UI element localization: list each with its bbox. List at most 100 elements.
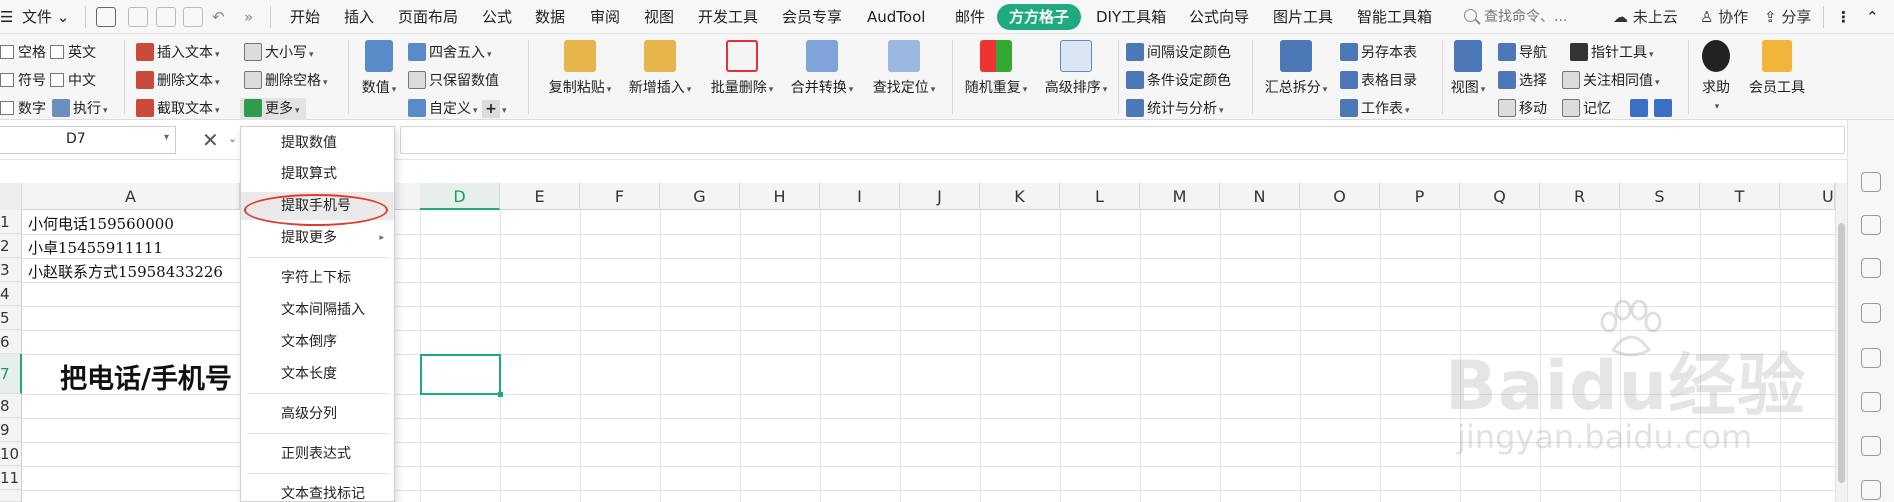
row-header-3[interactable]: 3	[0, 258, 22, 282]
summary-split-button[interactable]: 汇总拆分 ▾	[1258, 40, 1334, 97]
link-icon[interactable]	[1861, 392, 1881, 412]
panel-icon[interactable]	[1861, 480, 1881, 500]
extract-text-button[interactable]: 截取文本 ▾	[136, 98, 220, 120]
checkbox-space[interactable]: 空格	[0, 42, 46, 64]
compass-icon[interactable]	[1861, 348, 1881, 368]
column-header-n[interactable]: N	[1220, 183, 1300, 210]
move-button[interactable]: 移动	[1498, 98, 1547, 120]
menu-item-text-length[interactable]: 文本长度	[241, 360, 394, 388]
memory-button[interactable]: 记忆	[1562, 98, 1611, 120]
row-header-9[interactable]: 9	[0, 418, 22, 442]
view-button[interactable]: 视图 ▾	[1444, 40, 1492, 97]
column-header-o[interactable]: O	[1300, 183, 1380, 210]
tab-member[interactable]: 会员专享	[782, 7, 842, 27]
save-sheet-button[interactable]: 另存本表	[1340, 42, 1417, 64]
random-repeat-button[interactable]: 随机重复 ▾	[958, 40, 1034, 97]
pointer-tool-button[interactable]: 指针工具 ▾	[1570, 42, 1654, 64]
tab-insert[interactable]: 插入	[344, 7, 374, 27]
cell-a7[interactable]: 把电话/手机号	[60, 357, 232, 396]
hamburger-menu-icon[interactable]: ☰	[0, 7, 13, 27]
menu-item-interval-insert[interactable]: 文本间隔插入	[241, 296, 394, 324]
value-button[interactable]: 数值 ▾	[356, 40, 402, 97]
row-header-1[interactable]: 1	[0, 210, 22, 234]
insert-text-button[interactable]: 插入文本 ▾	[136, 42, 220, 64]
table-directory-button[interactable]: 表格目录	[1340, 70, 1417, 92]
tab-audtool[interactable]: AudTool	[867, 7, 925, 27]
menu-item-extract-more[interactable]: 提取更多 ▸	[241, 224, 394, 252]
menu-item-find-mark[interactable]: 文本查找标记	[241, 480, 394, 501]
tab-fangfanggezi[interactable]: 方方格子	[997, 4, 1082, 30]
row-header-2[interactable]: 2	[0, 234, 22, 258]
nav-forward-button[interactable]	[1654, 98, 1675, 120]
active-cell-d7[interactable]	[420, 354, 503, 397]
share-button[interactable]: ⇪ 分享	[1764, 7, 1811, 27]
column-header-f[interactable]: F	[580, 183, 660, 210]
menu-item-extract-number[interactable]: 提取数值	[241, 129, 394, 157]
column-header-p[interactable]: P	[1380, 183, 1460, 210]
row-header-10[interactable]: 10	[0, 442, 22, 466]
column-header-k[interactable]: K	[980, 183, 1060, 210]
column-header-l[interactable]: L	[1060, 183, 1140, 210]
tab-data[interactable]: 数据	[535, 7, 565, 27]
print-icon[interactable]	[156, 7, 176, 27]
search-input[interactable]	[1484, 6, 1602, 28]
cell-a3[interactable]: 小赵联系方式15958433226	[28, 261, 223, 282]
worksheet-button[interactable]: 工作表 ▾	[1340, 98, 1410, 120]
condition-color-button[interactable]: 条件设定颜色	[1126, 70, 1231, 92]
new-insert-button[interactable]: 新增插入 ▾	[622, 40, 698, 97]
tab-formula-wizard[interactable]: 公式向导	[1189, 7, 1249, 27]
help-button[interactable]: 求助 ▾	[1692, 40, 1740, 113]
chevron-down-icon[interactable]: ⌄	[228, 132, 237, 145]
column-header-q[interactable]: Q	[1460, 183, 1540, 210]
row-header-8[interactable]: 8	[0, 394, 22, 418]
row-header-12[interactable]	[0, 490, 22, 502]
row-header-4[interactable]: 4	[0, 282, 22, 306]
pin-icon[interactable]	[1861, 172, 1881, 192]
column-header-i[interactable]: I	[820, 183, 900, 210]
file-menu[interactable]: 文件 ⌄	[22, 7, 69, 27]
column-header-a[interactable]: A	[22, 183, 240, 210]
checkbox-box[interactable]	[50, 45, 64, 59]
member-tool-button[interactable]: 会员工具	[1742, 40, 1812, 97]
merge-convert-button[interactable]: 合并转换 ▾	[784, 40, 860, 97]
round-button[interactable]: 四舍五入 ▾	[408, 42, 492, 64]
row-header-7-selected[interactable]: 7	[0, 354, 22, 394]
column-header-d-selected[interactable]: D	[420, 183, 500, 210]
checkbox-box[interactable]	[0, 73, 14, 87]
row-header-6[interactable]: 6	[0, 330, 22, 354]
copy-paste-button[interactable]: 复制粘贴 ▾	[542, 40, 618, 97]
checkbox-chinese[interactable]: 中文	[50, 70, 96, 92]
checkbox-box[interactable]	[0, 45, 14, 59]
formula-input[interactable]	[400, 126, 1845, 154]
checkbox-number[interactable]: 数字	[0, 98, 46, 120]
interval-color-button[interactable]: 间隔设定颜色	[1126, 42, 1231, 64]
shape-icon[interactable]	[1861, 303, 1881, 323]
tab-view[interactable]: 视图	[644, 7, 674, 27]
tab-diy-toolbox[interactable]: DIY工具箱	[1096, 7, 1166, 27]
select-all-corner[interactable]	[0, 183, 22, 210]
tab-smart-toolbox[interactable]: 智能工具箱	[1357, 7, 1432, 27]
checkbox-box[interactable]	[0, 101, 14, 115]
checkbox-box[interactable]	[50, 73, 64, 87]
column-header-m[interactable]: M	[1140, 183, 1220, 210]
cursor-icon[interactable]	[1861, 258, 1881, 278]
more-tools-icon[interactable]: »	[244, 7, 253, 27]
command-search[interactable]	[1462, 6, 1602, 28]
row-header-11[interactable]: 11	[0, 466, 22, 490]
plus-icon[interactable]: +	[481, 100, 500, 118]
save-icon[interactable]	[96, 7, 116, 27]
menu-item-superscript[interactable]: 字符上下标	[241, 264, 394, 292]
tab-image-tools[interactable]: 图片工具	[1273, 7, 1333, 27]
undo-icon[interactable]: ↶	[212, 7, 225, 27]
tab-page-layout[interactable]: 页面布局	[398, 7, 458, 27]
menu-item-extract-formula[interactable]: 提取算式	[241, 160, 394, 188]
column-header-g[interactable]: G	[660, 183, 740, 210]
collaborate-button[interactable]: ♙ 协作	[1700, 7, 1748, 27]
find-locate-button[interactable]: 查找定位 ▾	[864, 40, 944, 97]
vertical-scrollbar[interactable]	[1835, 183, 1847, 502]
column-header-j[interactable]: J	[900, 183, 980, 210]
column-header-h[interactable]: H	[740, 183, 820, 210]
export-icon[interactable]	[128, 7, 148, 27]
more-button[interactable]: 更多 ▾	[240, 98, 306, 120]
execute-button[interactable]: 执行 ▾	[52, 98, 108, 120]
